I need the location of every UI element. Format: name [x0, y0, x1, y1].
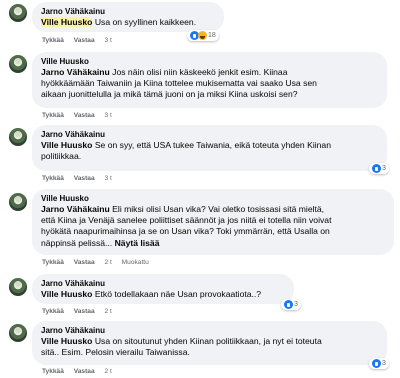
- comment-bubble: Ville Huusko Jarno Vähäkainu Jos näin ol…: [32, 52, 387, 108]
- reply-link[interactable]: Vastaa: [74, 368, 95, 375]
- mention-link[interactable]: Ville Huusko: [41, 336, 92, 346]
- comment-text-line: Usa on syyllinen kaikkeen.: [94, 17, 197, 27]
- comment-actions: Tykkää Vastaa 3 t: [42, 175, 120, 183]
- comment-author[interactable]: Ville Huusko: [41, 56, 378, 67]
- comment-author[interactable]: Jarno Vähäkainu: [41, 325, 378, 336]
- reply-link[interactable]: Vastaa: [74, 259, 95, 266]
- timestamp[interactable]: 3 t: [104, 112, 111, 119]
- comment-bubble: Jarno Vähäkainu Ville Huusko Etkö todell…: [32, 274, 294, 304]
- mention-link[interactable]: Ville Huusko: [41, 289, 92, 299]
- comment-text: Jarno Vähäkainu Eli miksi olisi Usan vik…: [41, 204, 385, 249]
- comment-author[interactable]: Jarno Vähäkainu: [41, 129, 378, 140]
- reply-link[interactable]: Vastaa: [74, 175, 95, 182]
- comment-actions: Tykkää Vastaa 2 t: [42, 308, 120, 316]
- comment-actions: Tykkää Vastaa 2 t: [42, 368, 120, 376]
- comment-text-line: Eli miksi olisi Usan vika? Vai oletko to…: [112, 204, 325, 214]
- avatar[interactable]: [9, 55, 27, 73]
- see-more-link[interactable]: Näytä lisää: [115, 238, 160, 248]
- comment-author[interactable]: Jarno Vähäkainu: [41, 6, 215, 17]
- like-link[interactable]: Tykkää: [42, 308, 64, 315]
- timestamp[interactable]: 3 t: [104, 175, 111, 182]
- reaction-summary[interactable]: 3: [369, 163, 389, 174]
- mention-link[interactable]: Ville Huusko: [41, 17, 93, 27]
- comment-text-line: Usa on sitoutunut yhden Kiinan politiikk…: [94, 336, 322, 346]
- comment-text: Ville Huusko Se on syy, että USA tukee T…: [41, 140, 378, 162]
- like-link[interactable]: Tykkää: [42, 368, 64, 375]
- comment-text-line: Se on syy, että USA tukee Taiwania, eikä…: [94, 140, 331, 150]
- timestamp[interactable]: 3 t: [104, 37, 111, 44]
- like-reaction-icon: [372, 359, 381, 368]
- comment-text-line: hyökätä naapurimaihinsa ja se on Usan vi…: [41, 226, 330, 237]
- comment-text-line: sitä.. Esim. Pelosin vierailu Taiwanissa…: [41, 347, 190, 358]
- comment-text-line: Etkö todellakaan näe Usan provokaatiota.…: [94, 289, 262, 299]
- comment-actions: Tykkää Vastaa 3 t: [42, 112, 120, 120]
- reaction-count: 18: [208, 32, 216, 39]
- like-link[interactable]: Tykkää: [42, 175, 64, 182]
- edited-label: Muokattu: [121, 259, 149, 266]
- reply-link[interactable]: Vastaa: [74, 37, 95, 44]
- like-link[interactable]: Tykkää: [42, 259, 64, 266]
- mention-link[interactable]: Jarno Vähäkainu: [41, 67, 110, 77]
- comment-text-line: Jos näin olisi niin käskeekö jenkit esim…: [112, 67, 288, 77]
- comment-text: Jarno Vähäkainu Jos näin olisi niin käsk…: [41, 67, 378, 101]
- reaction-count: 3: [382, 360, 386, 367]
- comment-author[interactable]: Jarno Vähäkainu: [41, 278, 285, 289]
- comment-text: Ville Huusko Etkö todellakaan näe Usan p…: [41, 289, 285, 300]
- reply-link[interactable]: Vastaa: [74, 112, 95, 119]
- comment-actions: Tykkää Vastaa 3 t: [42, 37, 120, 45]
- avatar[interactable]: [9, 193, 27, 211]
- reaction-count: 3: [294, 301, 298, 308]
- timestamp[interactable]: 2 t: [104, 308, 111, 315]
- mention-link[interactable]: Ville Huusko: [41, 140, 92, 150]
- comment-text-line: näppinsä pelissä...: [41, 237, 113, 248]
- haha-reaction-icon: [198, 31, 207, 40]
- comment-text-line: aikaan juonittelulla ja mikä tämä juoni …: [41, 89, 298, 100]
- comment-actions: Tykkää Vastaa 2 t Muokattu: [42, 259, 157, 267]
- reaction-summary[interactable]: 18: [187, 30, 219, 41]
- reaction-summary[interactable]: 3: [369, 358, 389, 369]
- avatar[interactable]: [9, 278, 27, 296]
- like-link[interactable]: Tykkää: [42, 37, 64, 44]
- comment-bubble: Ville Huusko Jarno Vähäkainu Eli miksi o…: [32, 189, 394, 255]
- timestamp[interactable]: 2 t: [104, 368, 111, 375]
- avatar[interactable]: [9, 324, 27, 342]
- comment-bubble: Jarno Vähäkainu Ville Huusko Se on syy, …: [32, 125, 387, 171]
- comment-text: Ville Huusko Usa on syyllinen kaikkeen.: [41, 17, 215, 28]
- comment-bubble: Jarno Vähäkainu Ville Huusko Usa on syyl…: [32, 2, 224, 32]
- comment-text: Ville Huusko Usa on sitoutunut yhden Kii…: [41, 336, 378, 358]
- reaction-summary[interactable]: 3: [281, 299, 301, 310]
- timestamp[interactable]: 2 t: [104, 259, 111, 266]
- like-reaction-icon: [372, 164, 381, 173]
- comment-text-line: että Kiina ja Venäjä sanelee poliittiset…: [41, 215, 332, 226]
- comment-text-line: hyökkäämään Taiwaniin ja Kiina tottelee …: [41, 78, 317, 89]
- reaction-count: 3: [382, 165, 386, 172]
- avatar[interactable]: [9, 4, 27, 22]
- comment-bubble: Jarno Vähäkainu Ville Huusko Usa on sito…: [32, 321, 387, 365]
- comment-author[interactable]: Ville Huusko: [41, 193, 385, 204]
- mention-link[interactable]: Jarno Vähäkainu: [41, 204, 110, 214]
- like-link[interactable]: Tykkää: [42, 112, 64, 119]
- reply-link[interactable]: Vastaa: [74, 308, 95, 315]
- comment-text-line: politiikkaa.: [41, 151, 82, 162]
- avatar[interactable]: [9, 128, 27, 146]
- like-reaction-icon: [284, 300, 293, 309]
